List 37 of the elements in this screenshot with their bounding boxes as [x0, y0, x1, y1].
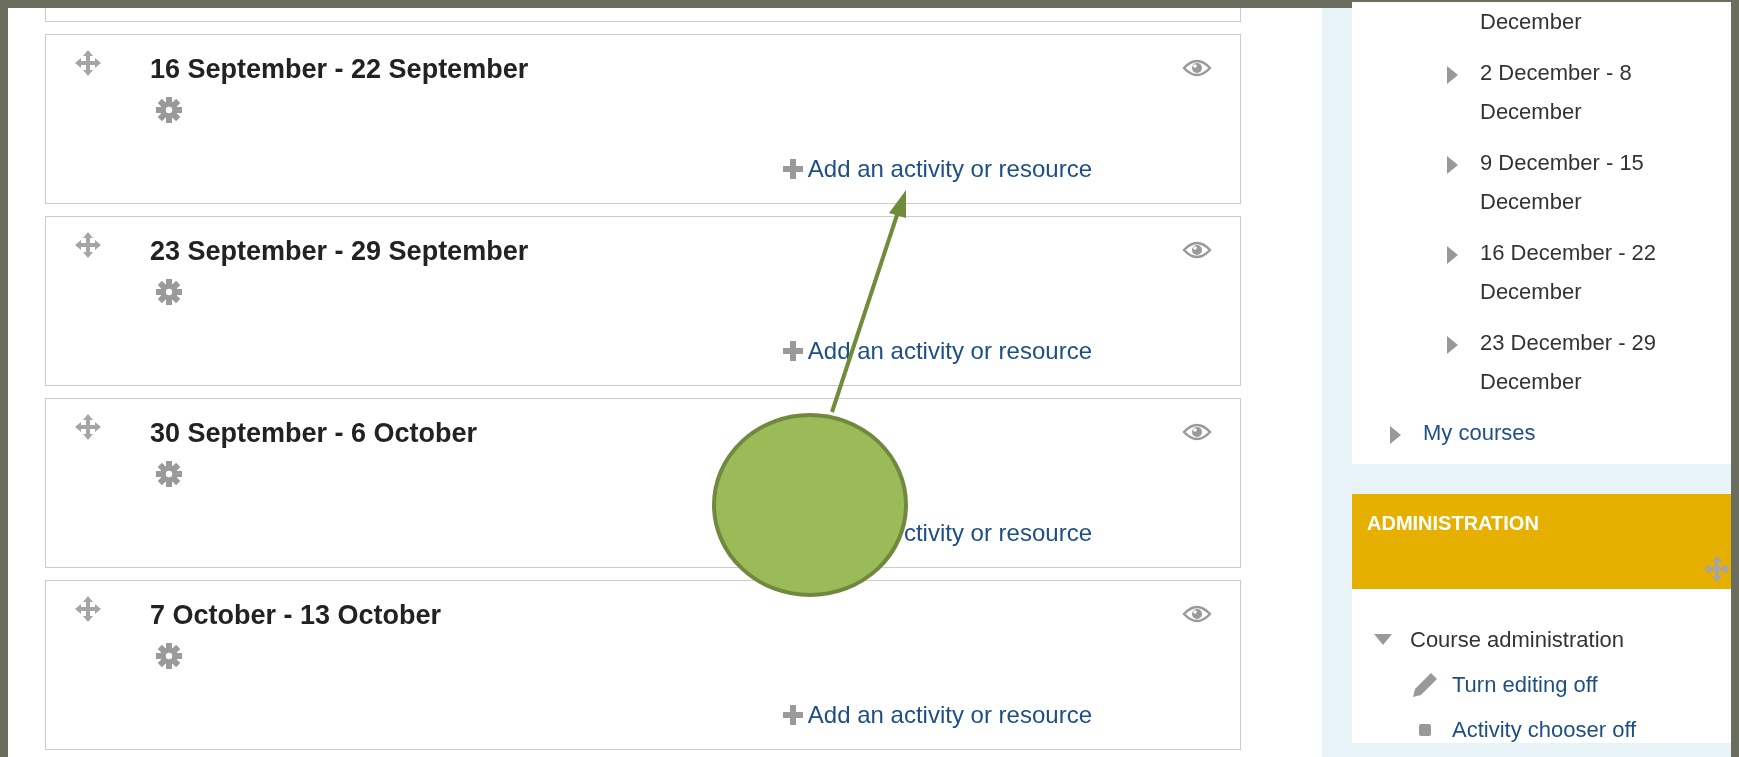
tree-item[interactable]: 23 December - 29 December: [1480, 323, 1712, 401]
section-heading: 7 October - 13 October: [150, 599, 443, 632]
move-icon[interactable]: [74, 231, 102, 259]
add-activity-link[interactable]: Add an activity or resource: [781, 339, 1092, 363]
gear-icon[interactable]: [156, 97, 182, 124]
add-activity-link[interactable]: ctivity or resource: [903, 521, 1092, 545]
move-icon[interactable]: [74, 49, 102, 77]
caret-down-icon[interactable]: [1374, 634, 1392, 647]
gear-icon[interactable]: [156, 643, 182, 670]
move-icon[interactable]: [74, 595, 102, 623]
caret-right-icon[interactable]: [1390, 425, 1401, 444]
caret-right-icon[interactable]: [1447, 65, 1458, 84]
block-title: ADMINISTRATION: [1366, 511, 1539, 536]
tree-item[interactable]: December: [1480, 2, 1712, 41]
eye-icon[interactable]: [1182, 603, 1212, 624]
tree-item[interactable]: Course administration: [1410, 617, 1624, 662]
add-activity-link[interactable]: Add an activity or resource: [781, 157, 1092, 181]
caret-right-icon[interactable]: [1447, 245, 1458, 264]
bullet-icon: [1419, 723, 1431, 736]
gear-icon[interactable]: [156, 279, 182, 306]
add-activity-link[interactable]: Add an activity or resource: [781, 703, 1092, 727]
caret-right-icon[interactable]: [1447, 155, 1458, 174]
eye-icon[interactable]: [1182, 421, 1212, 442]
section-heading: 16 September - 22 September: [150, 53, 530, 86]
move-icon[interactable]: [74, 413, 102, 441]
tree-item[interactable]: 2 December - 8 December: [1480, 53, 1712, 131]
gear-icon[interactable]: [156, 461, 182, 488]
tree-item[interactable]: 16 December - 22 December: [1480, 233, 1712, 311]
eye-icon[interactable]: [1182, 239, 1212, 260]
caret-right-icon[interactable]: [1447, 335, 1458, 354]
section-heading: 23 September - 29 September: [150, 235, 530, 268]
tree-item[interactable]: 9 December - 15 December: [1480, 143, 1712, 221]
eye-icon[interactable]: [1182, 57, 1212, 78]
admin-link[interactable]: Activity chooser off: [1452, 707, 1637, 752]
section-heading: 30 September - 6 October: [150, 417, 479, 450]
admin-link[interactable]: Turn editing off: [1452, 662, 1598, 707]
nav-link[interactable]: My courses: [1423, 413, 1536, 452]
